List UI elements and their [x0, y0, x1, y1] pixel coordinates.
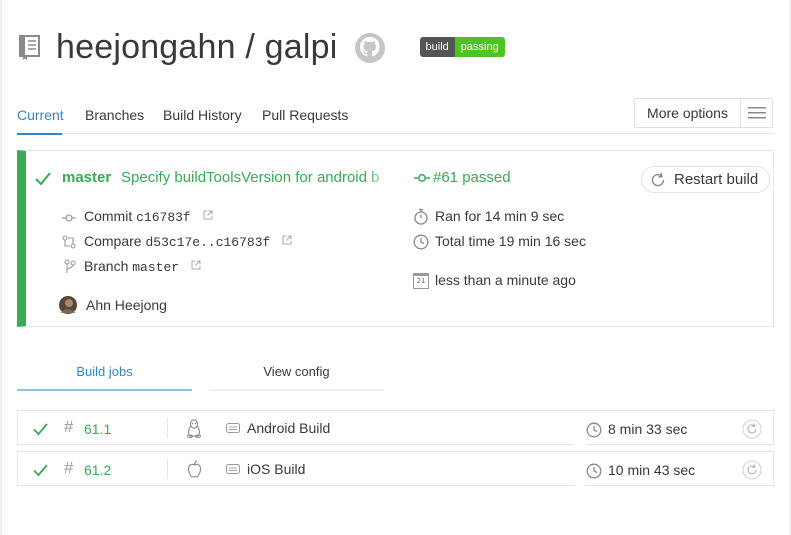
build-summary-card: master Specify buildToolsVersion for and…: [17, 150, 774, 327]
left-edge: [0, 0, 2, 535]
author-name: Ahn Heejong: [86, 297, 167, 313]
repo-header: heejongahn / galpi build passing: [18, 24, 505, 70]
job-row[interactable]: # 61.1 Android Build 8 min 33 sec: [17, 410, 774, 446]
message-fade: [366, 165, 396, 189]
passed-check-icon: [33, 423, 48, 436]
compare-row: Compare d53c17e..c16783f: [84, 233, 292, 250]
job-duration: 10 min 43 sec: [608, 462, 696, 478]
external-link-icon[interactable]: [203, 210, 213, 220]
tab-pull-requests[interactable]: Pull Requests: [262, 107, 348, 123]
branch-row: Branch master: [84, 258, 201, 275]
total-time: Total time 19 min 16 sec: [435, 233, 586, 249]
hash-icon: #: [64, 458, 74, 477]
clock-icon: [586, 463, 602, 479]
apple-icon: [187, 460, 202, 478]
build-status-badge[interactable]: build passing: [419, 37, 505, 57]
compare-range-link[interactable]: d53c17e..c16783f: [145, 235, 270, 250]
clock-icon: [586, 422, 602, 438]
passed-check-icon: [33, 464, 48, 477]
restart-icon: [651, 172, 665, 186]
github-icon[interactable]: [354, 32, 386, 64]
divider: [574, 411, 586, 446]
badge-status: passing: [454, 37, 505, 57]
compare-icon: [62, 235, 76, 249]
passed-check-icon: [35, 172, 51, 186]
clock-icon: [413, 234, 429, 250]
calendar-icon: 21: [413, 273, 429, 289]
job-name[interactable]: iOS Build: [247, 461, 305, 477]
tab-current-underline: [17, 133, 62, 135]
build-branch[interactable]: master: [62, 169, 111, 186]
restart-build-button[interactable]: Restart build: [641, 166, 770, 193]
terminal-icon: [226, 423, 240, 433]
repo-book-icon: [19, 35, 40, 60]
repo-title[interactable]: heejongahn / galpi: [56, 24, 338, 70]
terminal-icon: [226, 464, 240, 474]
job-number[interactable]: 61.1: [84, 421, 111, 437]
build-number-status[interactable]: #61 passed: [433, 169, 511, 186]
external-link-icon[interactable]: [282, 235, 292, 245]
commit-row: Commit c16783f: [84, 208, 213, 225]
restart-job-icon[interactable]: [742, 460, 762, 480]
badge-label: build: [419, 37, 455, 57]
commit-node-icon: [414, 174, 430, 182]
ran-for: Ran for 14 min 9 sec: [435, 208, 565, 224]
divider: [167, 459, 168, 479]
tab-build-jobs[interactable]: Build jobs: [17, 357, 192, 391]
tab-build-history[interactable]: Build History: [163, 107, 242, 123]
hamburger-icon[interactable]: [741, 99, 772, 127]
restart-build-label: Restart build: [674, 171, 759, 188]
linux-icon: [187, 419, 201, 438]
commit-hash-link[interactable]: c16783f: [136, 210, 191, 225]
stopwatch-icon: [414, 208, 428, 225]
external-link-icon[interactable]: [191, 260, 201, 270]
tab-branches[interactable]: Branches: [85, 107, 144, 123]
divider: [574, 452, 586, 487]
job-row[interactable]: # 61.2 iOS Build 10 min 43 sec: [17, 451, 774, 487]
job-number[interactable]: 61.2: [84, 462, 111, 478]
more-options-label: More options: [635, 99, 741, 127]
branch-icon: [64, 259, 76, 273]
commit-label: Commit: [84, 208, 133, 224]
branch-name-link[interactable]: master: [132, 260, 179, 275]
job-duration: 8 min 33 sec: [608, 421, 688, 437]
more-options-button[interactable]: More options: [634, 98, 773, 128]
commit-message[interactable]: Specify buildToolsVersion for android bu…: [121, 169, 379, 186]
tab-view-config[interactable]: View config: [209, 357, 384, 391]
job-name[interactable]: Android Build: [247, 420, 330, 436]
compare-label: Compare: [84, 233, 142, 249]
finished-time: less than a minute ago: [435, 272, 576, 288]
hash-icon: #: [64, 417, 74, 436]
divider: [167, 418, 168, 438]
commit-message-wrap: Specify buildToolsVersion for android bu…: [121, 169, 379, 189]
branch-label: Branch: [84, 258, 129, 274]
tab-current[interactable]: Current: [17, 107, 64, 123]
commit-icon: [62, 214, 76, 222]
avatar[interactable]: [59, 296, 77, 314]
restart-job-icon[interactable]: [742, 419, 762, 439]
calendar-day: 21: [416, 277, 426, 285]
